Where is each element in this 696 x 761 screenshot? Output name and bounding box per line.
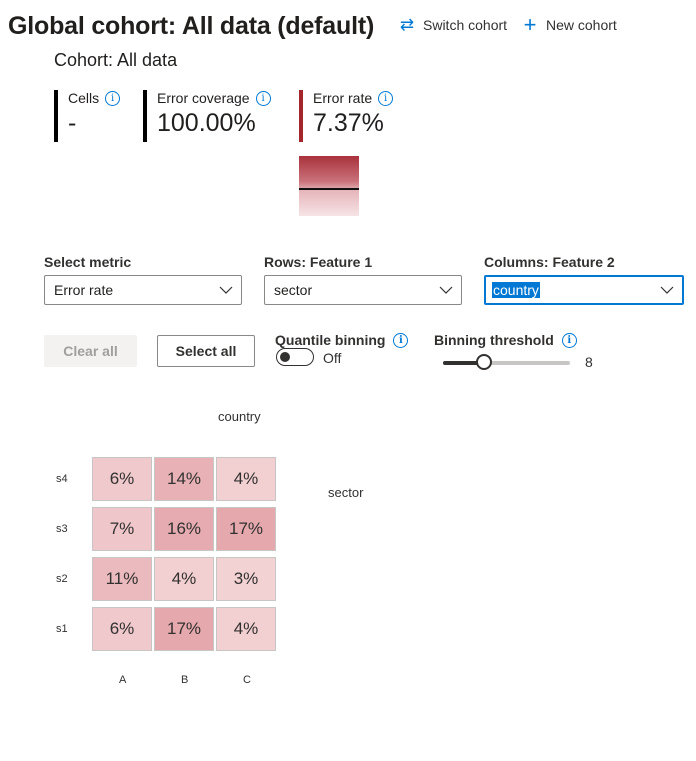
heatmap-cell[interactable]: 17% [216,507,276,551]
switch-cohort-button[interactable]: ⇄ Switch cohort [399,15,508,34]
columns-feature-label: Columns: Feature 2 [484,254,615,270]
quantile-binning-header: Quantile binning i [275,332,409,348]
quantile-binning-toggle[interactable] [276,348,314,366]
heatmap-cell[interactable]: 17% [154,607,214,651]
error-rate-value: 7.37% [313,109,384,137]
error-coverage-label: Error coverage [157,90,250,106]
chevron-down-icon [431,286,461,294]
row-tick-label: s3 [56,523,68,535]
heatmap-cell[interactable]: 11% [92,557,152,601]
heatmap-cell[interactable]: 7% [92,507,152,551]
binning-threshold-header: Binning threshold i [434,332,577,348]
binning-threshold-value: 8 [585,354,593,370]
metric-cells: Cells i - [54,90,121,142]
column-feature-label: country [218,409,261,424]
info-icon[interactable]: i [393,332,409,348]
error-coverage-value: 100.00% [157,109,256,137]
cells-label: Cells [68,90,100,106]
row-tick-label: s4 [56,473,68,485]
binning-threshold-thumb[interactable] [476,354,492,370]
heatmap-cell[interactable]: 4% [216,607,276,651]
info-icon[interactable]: i [105,90,121,106]
heatmap-cell[interactable]: 6% [92,607,152,651]
row-tick-label: s2 [56,573,68,585]
clear-all-button[interactable]: Clear all [44,335,137,367]
select-metric-dropdown[interactable]: Error rate [44,275,242,305]
error-rate-gradient-bar [299,156,359,216]
plus-icon: + [523,12,537,37]
chevron-down-icon [211,286,241,294]
column-tick-label: B [181,674,189,686]
quantile-binning-label: Quantile binning [275,332,386,348]
select-metric-label: Select metric [44,254,132,270]
column-tick-label: C [243,674,251,686]
binning-threshold-label: Binning threshold [434,332,554,348]
row-feature-label: sector [328,485,364,500]
chevron-down-icon [652,286,682,294]
error-rate-marker [299,188,359,190]
switch-arrows-icon: ⇄ [399,15,415,34]
heatmap-cell[interactable]: 4% [154,557,214,601]
select-all-button[interactable]: Select all [157,335,255,367]
cells-value: - [68,109,77,137]
rows-feature-label: Rows: Feature 1 [264,254,373,270]
page-title: Global cohort: All data (default) [8,12,375,40]
toggle-knob [280,352,290,362]
metric-error-rate: Error rate i 7.37% [299,90,394,142]
rows-feature-dropdown[interactable]: sector [264,275,462,305]
columns-feature-value: country [492,282,540,298]
metric-error-coverage: Error coverage i 100.00% [143,90,271,142]
error-rate-label: Error rate [313,90,373,106]
select-metric-value: Error rate [54,282,114,298]
new-cohort-label: New cohort [546,17,617,33]
quantile-binning-state: Off [323,350,342,366]
info-icon[interactable]: i [255,90,271,106]
row-tick-label: s1 [56,623,68,635]
heatmap-cell[interactable]: 14% [154,457,214,501]
heatmap-cell[interactable]: 16% [154,507,214,551]
info-icon[interactable]: i [561,332,577,348]
heatmap-cell[interactable]: 3% [216,557,276,601]
heatmap-cell[interactable]: 4% [216,457,276,501]
switch-cohort-label: Switch cohort [423,17,508,33]
cohort-name: Cohort: All data [54,50,178,70]
heatmap-cell[interactable]: 6% [92,457,152,501]
info-icon[interactable]: i [378,90,394,106]
new-cohort-button[interactable]: + New cohort [522,12,617,37]
column-tick-label: A [119,674,127,686]
rows-feature-value: sector [274,282,313,298]
columns-feature-dropdown[interactable]: country [484,275,684,305]
